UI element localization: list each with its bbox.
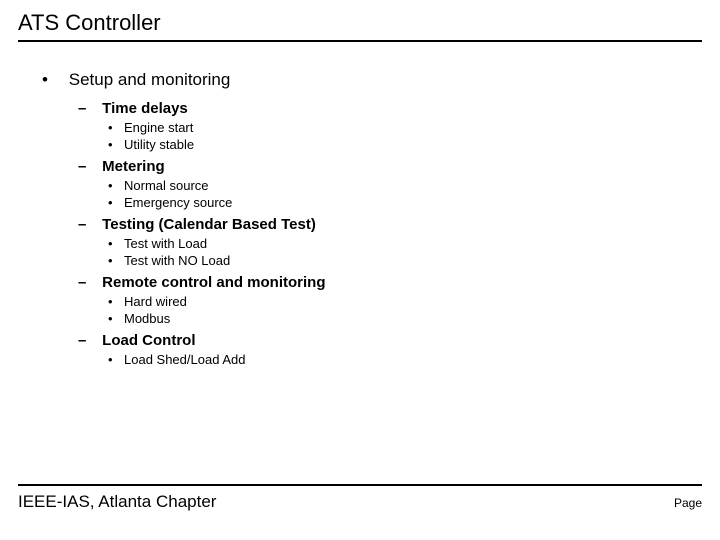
level3-text: Modbus [124, 311, 170, 326]
slide: ATS Controller Setup and monitoring Time… [0, 0, 720, 540]
list-item: Emergency source [108, 195, 702, 210]
slide-title: ATS Controller [18, 10, 702, 42]
level2-text: Testing (Calendar Based Test) [102, 216, 316, 233]
footer-left-text: IEEE-IAS, Atlanta Chapter [18, 492, 216, 512]
list-item: Remote control and monitoring Hard wired… [78, 274, 702, 326]
bullet-list-level-3: Test with Load Test with NO Load [78, 236, 702, 268]
slide-footer: IEEE-IAS, Atlanta Chapter Page [18, 484, 702, 512]
bullet-list-level-3: Normal source Emergency source [78, 178, 702, 210]
list-item: Time delays Engine start Utility stable [78, 100, 702, 152]
footer-page-label: Page [674, 496, 702, 510]
bullet-list-level-3: Load Shed/Load Add [78, 352, 702, 367]
level3-text: Load Shed/Load Add [124, 352, 245, 367]
slide-body: Setup and monitoring Time delays Engine … [18, 70, 702, 367]
level3-text: Utility stable [124, 137, 194, 152]
level2-text: Metering [102, 158, 165, 175]
level2-text: Remote control and monitoring [102, 274, 325, 291]
list-item: Engine start [108, 120, 702, 135]
list-item: Metering Normal source Emergency source [78, 158, 702, 210]
level3-text: Hard wired [124, 294, 187, 309]
list-item: Setup and monitoring Time delays Engine … [42, 70, 702, 367]
level2-text: Load Control [102, 332, 195, 349]
list-item: Test with NO Load [108, 253, 702, 268]
level3-text: Engine start [124, 120, 193, 135]
bullet-list-level-3: Hard wired Modbus [78, 294, 702, 326]
bullet-list-level-1: Setup and monitoring Time delays Engine … [42, 70, 702, 367]
level3-text: Normal source [124, 178, 209, 193]
list-item: Hard wired [108, 294, 702, 309]
list-item: Normal source [108, 178, 702, 193]
list-item: Load Shed/Load Add [108, 352, 702, 367]
list-item: Utility stable [108, 137, 702, 152]
list-item: Testing (Calendar Based Test) Test with … [78, 216, 702, 268]
level1-text: Setup and monitoring [69, 70, 231, 89]
bullet-list-level-3: Engine start Utility stable [78, 120, 702, 152]
list-item: Modbus [108, 311, 702, 326]
bullet-list-level-2: Time delays Engine start Utility stable … [46, 100, 702, 367]
level3-text: Emergency source [124, 195, 232, 210]
level3-text: Test with Load [124, 236, 207, 251]
list-item: Test with Load [108, 236, 702, 251]
level3-text: Test with NO Load [124, 253, 230, 268]
list-item: Load Control Load Shed/Load Add [78, 332, 702, 367]
level2-text: Time delays [102, 100, 188, 117]
